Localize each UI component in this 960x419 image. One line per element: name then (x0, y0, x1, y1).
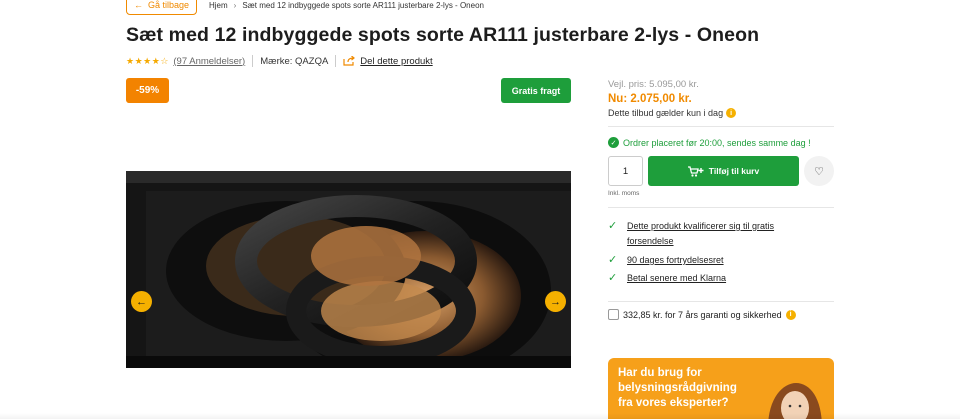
reviews-link[interactable]: (97 Anmeldelser) (173, 56, 245, 67)
info-icon[interactable]: i (726, 108, 737, 118)
arrow-left-icon: ← (136, 295, 147, 308)
benefit-klarna[interactable]: Betal senere med Klarna (627, 271, 726, 286)
discount-badge: -59% (126, 78, 169, 103)
divider (608, 126, 834, 127)
add-to-cart-button[interactable]: Tilføj til kurv (648, 156, 799, 186)
check-icon: ✓ (608, 220, 618, 232)
advice-text: Har du brug for belysningsrådgivning fra… (618, 367, 737, 409)
divider (608, 301, 834, 302)
breadcrumb-home[interactable]: Hjem (209, 1, 228, 10)
check-circle-icon: ✓ (608, 137, 619, 148)
cart-plus-icon (687, 165, 704, 177)
spotlight-image (126, 171, 571, 368)
product-image (126, 171, 571, 368)
share-link[interactable]: Del dette produkt (343, 55, 433, 67)
star-icon: ★ (134, 55, 143, 66)
list-item: ✓ Dette produkt kvalificerer sig til gra… (608, 219, 834, 249)
warranty-checkbox[interactable] (608, 309, 619, 320)
divider (608, 207, 834, 208)
star-rating: ★ ★ ★ ★ ☆ (126, 56, 168, 67)
offer-note: Dette tilbud gælder kun i dag i (608, 108, 737, 118)
breadcrumb-current: Sæt med 12 indbyggede spots sorte AR111 … (242, 1, 484, 10)
list-item: ✓ Betal senere med Klarna (608, 271, 726, 286)
chevron-right-icon: › (233, 1, 237, 10)
vat-note: Inkl. moms (608, 190, 640, 197)
brand-label: Mærke: QAZQA (260, 55, 329, 67)
advice-banner[interactable]: Har du brug for belysningsrådgivning fra… (608, 358, 834, 419)
check-icon: ✓ (608, 254, 618, 266)
heart-icon: ♡ (814, 165, 824, 178)
arrow-right-icon: → (550, 295, 561, 308)
share-icon (343, 56, 356, 66)
divider (252, 55, 254, 67)
current-price: Nu: 2.075,00 kr. (608, 93, 692, 105)
carousel-next-button[interactable]: → (545, 291, 566, 312)
back-button[interactable]: ← Gå tilbage (126, 0, 197, 15)
breadcrumb: Hjem › Sæt med 12 indbyggede spots sorte… (209, 1, 484, 10)
star-icon: ★ (143, 55, 152, 66)
rrp-price: Vejl. pris: 5.095,00 kr. (608, 79, 699, 90)
shipping-note: ✓ Ordrer placeret før 20:00, sendes samm… (608, 137, 811, 148)
warranty-option[interactable]: 332,85 kr. for 7 års garanti og sikkerhe… (608, 309, 796, 320)
warranty-label: 332,85 kr. for 7 års garanti og sikkerhe… (623, 309, 782, 320)
page-fade (0, 413, 960, 419)
benefit-return-policy[interactable]: 90 dages fortrydelsesret (627, 253, 724, 268)
add-to-cart-label: Tilføj til kurv (708, 166, 760, 176)
star-outline-icon: ☆ (160, 55, 169, 66)
star-icon: ★ (151, 55, 160, 66)
star-icon: ★ (126, 55, 135, 66)
offer-note-text: Dette tilbud gælder kun i dag (608, 108, 724, 118)
product-meta: ★ ★ ★ ★ ☆ (97 Anmeldelser) Mærke: QAZQA … (126, 54, 433, 68)
quantity-input[interactable]: 1 (608, 156, 643, 186)
benefit-free-shipping[interactable]: Dette produkt kvalificerer sig til grati… (627, 219, 817, 249)
divider (335, 55, 337, 67)
free-shipping-badge: Gratis fragt (501, 78, 571, 103)
info-icon[interactable]: i (785, 309, 796, 320)
share-label: Del dette produkt (360, 55, 433, 67)
product-title: Sæt med 12 indbyggede spots sorte AR111 … (126, 24, 760, 46)
arrow-left-icon: ← (133, 0, 143, 10)
wishlist-button[interactable]: ♡ (804, 156, 834, 186)
list-item: ✓ 90 dages fortrydelsesret (608, 253, 724, 268)
back-label: Gå tilbage (147, 0, 190, 10)
carousel-prev-button[interactable]: ← (131, 291, 152, 312)
check-icon: ✓ (608, 272, 618, 284)
shipping-note-text: Ordrer placeret før 20:00, sendes samme … (623, 137, 811, 148)
